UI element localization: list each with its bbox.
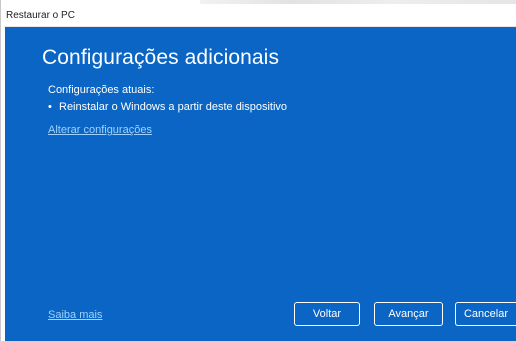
cancel-button[interactable]: Cancelar [455, 302, 516, 326]
next-button[interactable]: Avançar [374, 302, 443, 326]
bullet-icon: • [48, 101, 52, 113]
back-button[interactable]: Voltar [294, 302, 360, 326]
current-setting-text: Reinstalar o Windows a partir deste disp… [59, 101, 288, 113]
background-window-edge [200, 0, 516, 4]
current-settings-label: Configurações atuais: [48, 84, 155, 96]
window-title: Restaurar o PC [6, 10, 75, 21]
reset-pc-dialog [5, 27, 516, 341]
screen: Restaurar o PC Configurações adicionais … [0, 0, 516, 341]
page-title: Configurações adicionais [42, 46, 280, 69]
title-bar[interactable]: Restaurar o PC [4, 6, 516, 27]
window-border [0, 0, 1, 341]
list-item: • Reinstalar o Windows a partir deste dis… [48, 101, 287, 113]
change-settings-link[interactable]: Alterar configurações [48, 124, 152, 136]
learn-more-link[interactable]: Saiba mais [48, 309, 102, 321]
